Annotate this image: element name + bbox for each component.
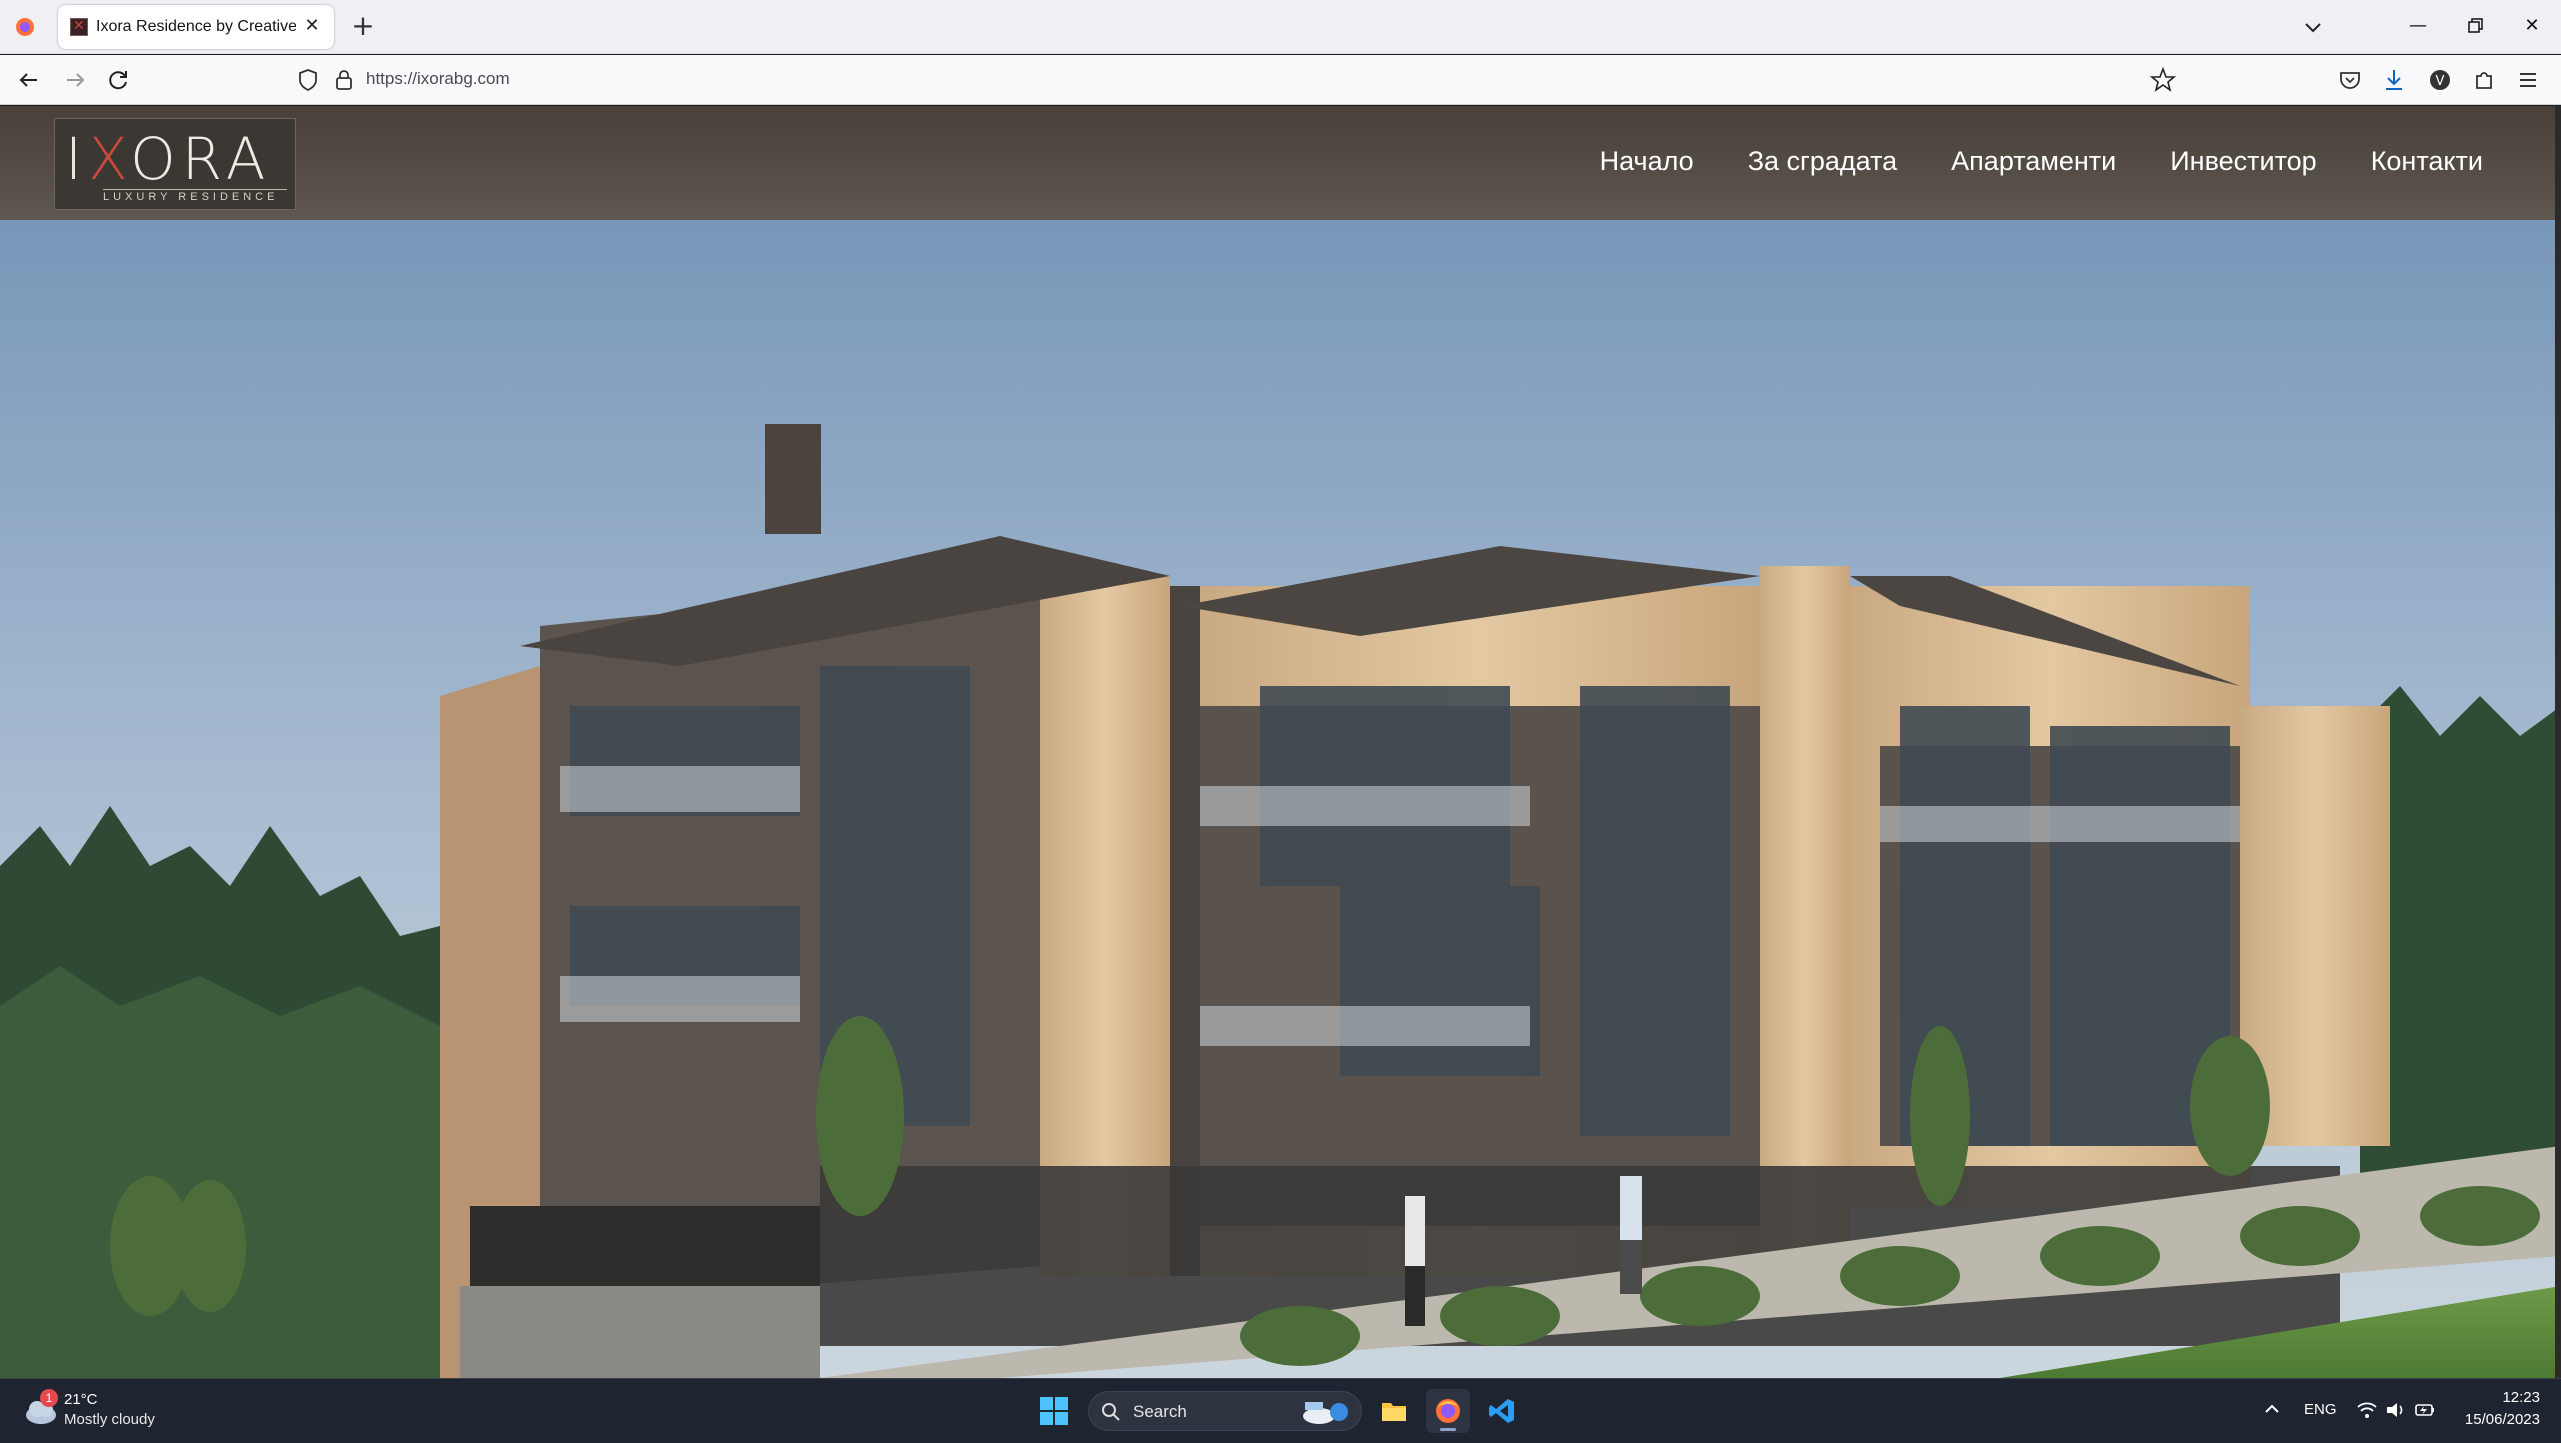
close-window-button[interactable]: ✕ [2514, 10, 2550, 42]
folder-icon [1382, 1403, 1406, 1421]
page-scrollbar[interactable] [2555, 106, 2561, 1378]
browser-navigation-bar: https://ixorabg.com V [0, 55, 2561, 105]
wifi-icon[interactable] [2356, 1399, 2378, 1421]
minimize-button[interactable]: — [2400, 10, 2436, 42]
downloads-icon[interactable] [2380, 66, 2408, 94]
ixora-logo[interactable]: IXORA LUXURY RESIDENCE [54, 118, 296, 210]
site-header: IXORA LUXURY RESIDENCE Начало За сградат… [0, 106, 2561, 220]
app-menu-hamburger-icon[interactable] [2514, 66, 2542, 94]
browser-tab-bar: Ixora Residence by Creative Studio ✕ + —… [0, 0, 2561, 54]
nav-home[interactable]: Начало [1600, 146, 1694, 177]
taskbar-search-box[interactable]: Search [1088, 1391, 1362, 1431]
address-bar-input[interactable]: https://ixorabg.com [366, 69, 510, 89]
firefox-taskbar-button[interactable] [1426, 1389, 1470, 1433]
windows-taskbar: 1 21°C Mostly cloudy Search ENG 12:23 15… [0, 1378, 2561, 1443]
weather-temperature[interactable]: 21°C [64, 1391, 98, 1408]
logo-wordmark: IXORA [65, 125, 271, 193]
weather-description[interactable]: Mostly cloudy [64, 1411, 155, 1428]
extensions-puzzle-icon[interactable] [2470, 66, 2498, 94]
clock-date[interactable]: 15/06/2023 [2440, 1411, 2540, 1428]
clock-time[interactable]: 12:23 [2468, 1389, 2540, 1406]
hero-building-render [0, 106, 2561, 1378]
firefox-icon [1436, 1399, 1460, 1423]
search-label: Search [1133, 1402, 1187, 1421]
logo-tagline: LUXURY RESIDENCE [103, 189, 287, 203]
nav-contacts[interactable]: Контакти [2371, 146, 2483, 177]
tab-title: Ixora Residence by Creative Studio [96, 18, 296, 35]
file-explorer-button[interactable] [1372, 1389, 1416, 1433]
site-favicon-icon [70, 18, 88, 36]
firefox-view-icon[interactable] [12, 14, 38, 40]
tracking-protection-shield-icon[interactable] [296, 67, 320, 93]
restore-button[interactable] [2458, 10, 2494, 42]
bookmark-star-icon[interactable] [2148, 65, 2178, 95]
search-highlight-illustration-icon [1303, 1402, 1348, 1424]
nav-investor[interactable]: Инвеститор [2170, 146, 2316, 177]
logo-letter-x: X [88, 125, 131, 193]
website-viewport: IXORA LUXURY RESIDENCE Начало За сградат… [0, 106, 2561, 1378]
volume-icon[interactable] [2384, 1399, 2406, 1421]
svg-text:V: V [2436, 74, 2445, 89]
back-arrow-icon[interactable] [14, 65, 44, 95]
tab-ixora[interactable]: Ixora Residence by Creative Studio ✕ [58, 5, 334, 49]
active-app-indicator [1440, 1428, 1456, 1431]
weather-notification-badge: 1 [40, 1389, 58, 1407]
nav-about-building[interactable]: За сградата [1748, 146, 1897, 177]
lock-icon[interactable] [334, 67, 354, 93]
close-tab-icon[interactable]: ✕ [300, 14, 324, 38]
reload-icon[interactable] [104, 65, 134, 95]
vscode-taskbar-button[interactable] [1480, 1389, 1524, 1433]
list-all-tabs-icon[interactable] [2300, 14, 2326, 40]
account-avatar-icon[interactable]: V [2426, 66, 2454, 94]
input-language-indicator[interactable]: ENG [2304, 1401, 2337, 1418]
battery-charging-icon[interactable] [2414, 1399, 2436, 1421]
logo-letters-ora: ORA [130, 125, 272, 193]
new-tab-button[interactable]: + [348, 12, 378, 42]
pocket-icon[interactable] [2336, 66, 2364, 94]
vscode-icon [1489, 1399, 1514, 1423]
search-icon [1102, 1403, 1120, 1421]
logo-letter-i: I [65, 125, 89, 193]
forward-arrow-icon[interactable] [60, 65, 90, 95]
nav-apartments[interactable]: Апартаменти [1951, 146, 2116, 177]
main-navigation: Начало За сградата Апартаменти Инвестито… [1600, 146, 2483, 177]
windows-start-icon[interactable] [1038, 1395, 1070, 1427]
show-hidden-icons-chevron-icon[interactable] [2262, 1399, 2282, 1419]
